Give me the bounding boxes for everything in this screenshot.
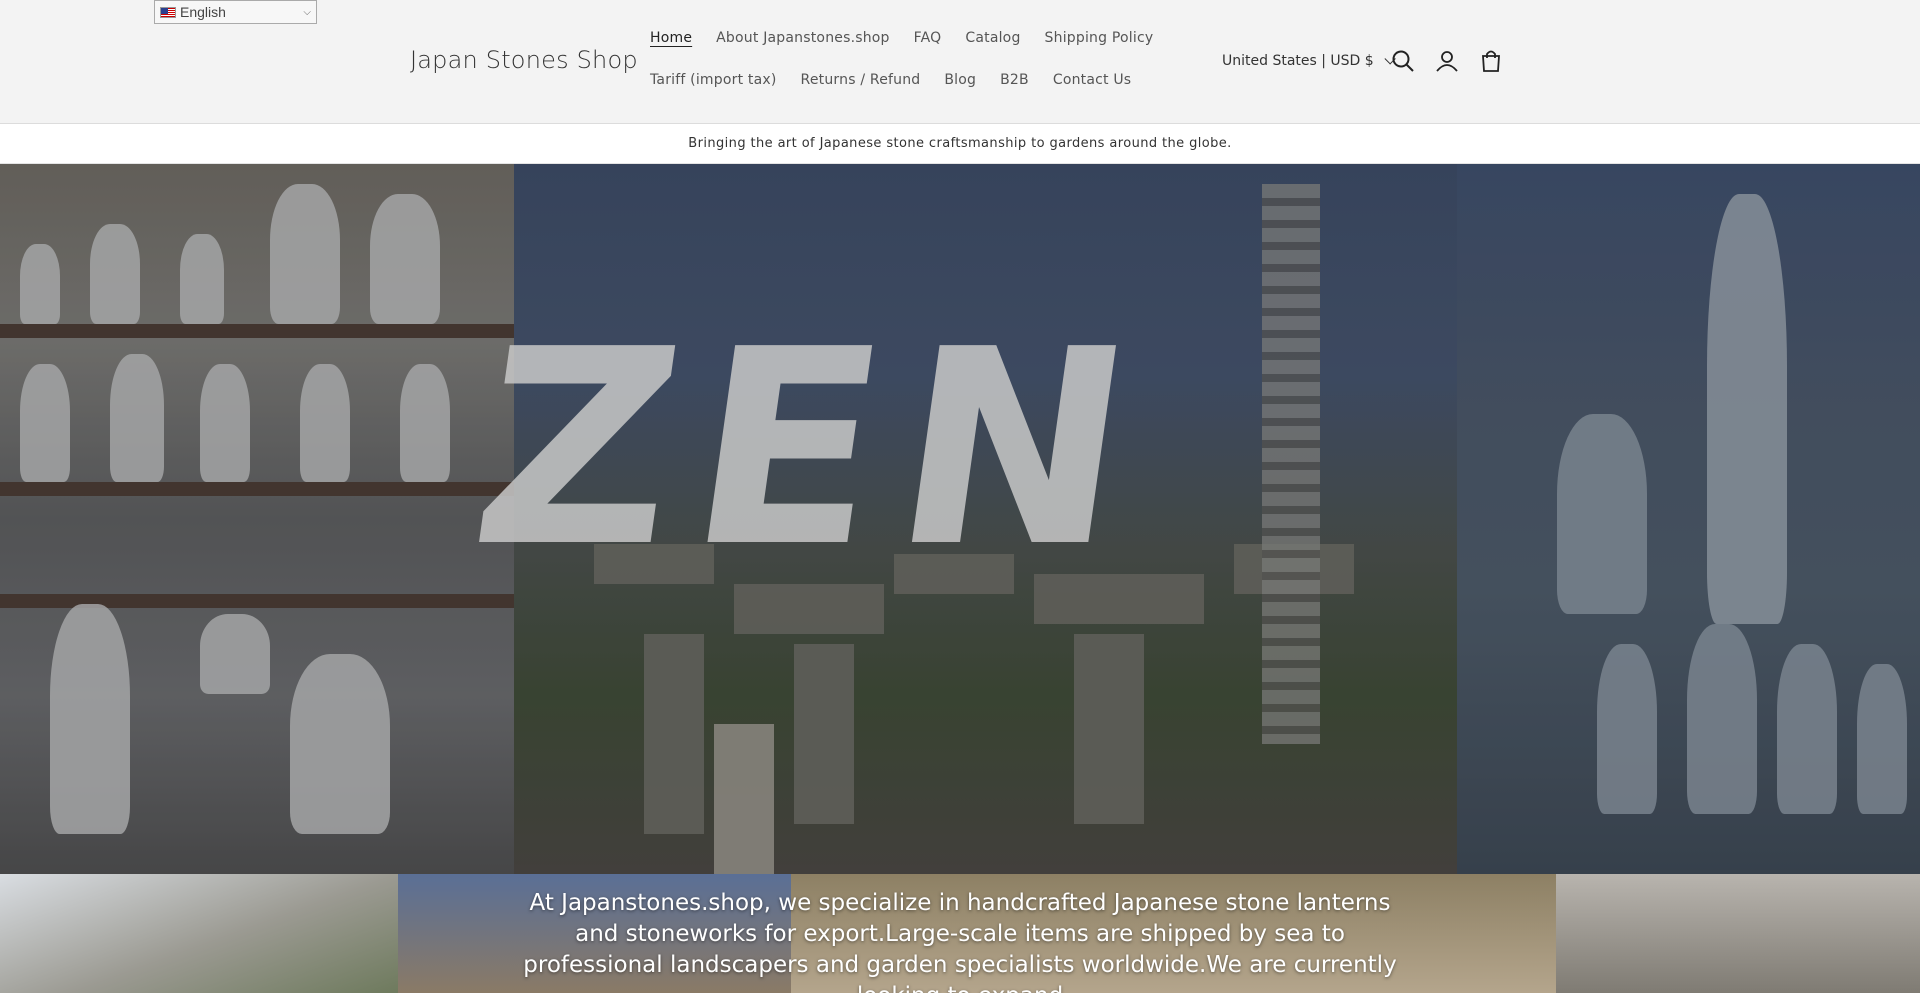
nav-item-home[interactable]: Home (650, 30, 692, 52)
nav-item-faq[interactable]: FAQ (914, 30, 942, 52)
nav-item-contact[interactable]: Contact Us (1053, 72, 1131, 94)
language-selector[interactable]: English ⌵ (154, 0, 317, 24)
us-flag-icon (160, 6, 176, 18)
chevron-down-icon: ⌵ (303, 6, 311, 18)
site-logo[interactable]: Japan Stones Shop (410, 46, 638, 74)
nav-row-2: Tariff (import tax) Returns / Refund Blo… (650, 72, 1210, 94)
country-currency-selector[interactable]: United States | USD $ (1222, 53, 1396, 69)
intro-bg-garden (1556, 874, 1920, 993)
country-currency-label: United States | USD $ (1222, 53, 1374, 69)
main-nav: Home About Japanstones.shop FAQ Catalog … (650, 30, 1210, 114)
nav-item-about[interactable]: About Japanstones.shop (716, 30, 890, 52)
hero-zen-text: ZEN (457, 291, 1169, 606)
nav-item-tariff[interactable]: Tariff (import tax) (650, 72, 777, 94)
nav-item-returns[interactable]: Returns / Refund (801, 72, 921, 94)
nav-item-catalog[interactable]: Catalog (965, 30, 1020, 52)
announcement-text: Bringing the art of Japanese stone craft… (688, 136, 1232, 151)
language-label: English (180, 4, 226, 20)
nav-item-shipping-policy[interactable]: Shipping Policy (1045, 30, 1154, 52)
account-icon[interactable] (1434, 48, 1460, 74)
nav-row-1: Home About Japanstones.shop FAQ Catalog … (650, 30, 1210, 52)
cart-icon[interactable] (1478, 48, 1504, 74)
announcement-bar: Bringing the art of Japanese stone craft… (0, 124, 1920, 164)
hero-banner: ZEN (0, 164, 1920, 874)
search-icon[interactable] (1390, 48, 1416, 74)
intro-bg-rock (0, 874, 398, 993)
nav-item-b2b[interactable]: B2B (1000, 72, 1029, 94)
intro-section: At Japanstones.shop, we specialize in ha… (0, 874, 1920, 993)
nav-item-blog[interactable]: Blog (944, 72, 976, 94)
intro-text: At Japanstones.shop, we specialize in ha… (523, 890, 1397, 993)
